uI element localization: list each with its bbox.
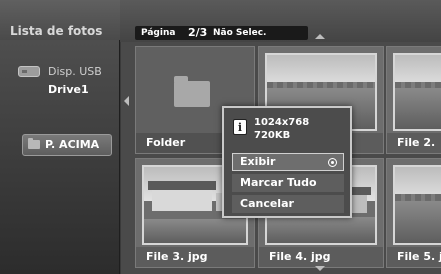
photo-options-popup: i 1024x768 720KB Exibir Marcar Tudo Canc… <box>222 106 352 218</box>
info-icon: i <box>233 119 247 135</box>
photo-resolution: 1024x768 <box>254 117 310 128</box>
device-name: Drive1 <box>48 83 89 96</box>
menu-item-label: Exibir <box>240 155 276 168</box>
grid-item-label: File 4. jpg <box>259 247 383 267</box>
menu-item-label: Cancelar <box>240 197 294 210</box>
grid-item-photo[interactable]: File 2. <box>386 46 441 154</box>
sidebar: Lista de fotos Disp. USB Drive1 P. ACIMA <box>0 0 120 274</box>
grid-item-label: File 3. jpg <box>136 247 254 267</box>
folder-icon <box>28 138 40 149</box>
photo-thumbnail <box>393 165 441 245</box>
photo-filesize: 720KB <box>254 130 291 141</box>
menu-item-view[interactable]: Exibir <box>232 153 344 171</box>
selection-status: Não Selec. <box>213 28 267 38</box>
page-indicator-bar: Página 2/3 Não Selec. <box>135 26 308 40</box>
grid-item-photo[interactable]: File 5. j <box>386 158 441 268</box>
menu-item-cancel[interactable]: Cancelar <box>232 195 344 213</box>
popup-menu: Exibir Marcar Tudo Cancelar <box>232 153 344 216</box>
menu-item-mark-all[interactable]: Marcar Tudo <box>232 174 344 192</box>
folder-icon <box>174 76 210 107</box>
usb-drive-icon <box>18 66 40 77</box>
up-folder-button[interactable]: P. ACIMA <box>22 134 112 156</box>
scroll-up-arrow-icon[interactable] <box>315 34 325 39</box>
photo-thumbnail <box>393 53 441 131</box>
menu-item-label: Marcar Tudo <box>240 176 317 189</box>
up-folder-button-label: P. ACIMA <box>45 138 100 151</box>
radio-selected-icon <box>328 158 337 167</box>
grid-item-label: File 2. <box>387 133 441 153</box>
scroll-left-arrow-icon[interactable] <box>124 96 129 106</box>
page-label: Página <box>141 28 176 38</box>
scroll-down-arrow-icon[interactable] <box>315 266 325 271</box>
page-number: 2/3 <box>188 26 208 39</box>
device-type-label: Disp. USB <box>48 65 102 78</box>
sidebar-title: Lista de fotos <box>0 0 120 40</box>
grid-item-label: File 5. j <box>387 247 441 267</box>
usb-device-item[interactable]: Disp. USB Drive1 <box>18 62 118 102</box>
